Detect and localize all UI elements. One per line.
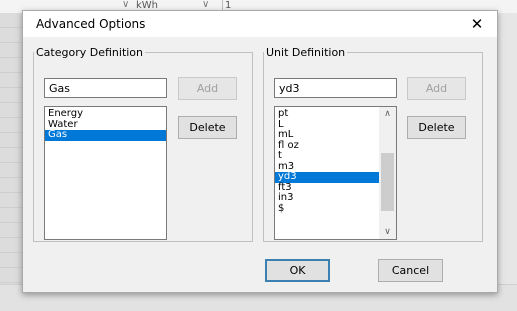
unit-listbox[interactable]: pt LmL fl oz t m3 yd3 ft3 in3 $ ∧ ∨	[274, 106, 397, 240]
unit-list-item[interactable]: fl oz	[275, 140, 379, 152]
unit-definition-group: Unit Definition Add ptLmLfl oztm3yd3ft3i…	[263, 46, 483, 242]
category-definition-group: Category Definition Add EnergyWaterGas D…	[33, 46, 253, 242]
unit-list-item[interactable]: mL	[275, 129, 379, 141]
unit-definition-legend: Unit Definition	[266, 46, 346, 59]
chevron-down-icon: ∨	[122, 0, 130, 10]
unit-list-item[interactable]: $	[275, 203, 379, 215]
dialog-titlebar: Advanced Options ✕	[23, 11, 497, 37]
unit-add-button[interactable]: Add	[407, 77, 466, 100]
scroll-up-icon[interactable]: ∧	[379, 107, 396, 121]
advanced-options-dialog: Advanced Options ✕ Category Definition A…	[22, 10, 498, 293]
unit-list-scrollbar[interactable]: ∧ ∨	[379, 107, 396, 239]
unit-list-items: pt LmL fl oz t m3 yd3 ft3 in3 $	[275, 107, 379, 214]
category-add-button[interactable]: Add	[178, 77, 237, 100]
background-grid-rows	[0, 13, 22, 310]
unit-delete-button[interactable]: Delete	[407, 116, 466, 139]
scrollbar-thumb[interactable]	[381, 153, 394, 211]
cancel-button[interactable]: Cancel	[378, 259, 443, 282]
ok-button[interactable]: OK	[265, 259, 330, 282]
unit-list-item[interactable]: pt	[275, 108, 379, 120]
close-icon[interactable]: ✕	[467, 14, 487, 34]
background-panel	[495, 13, 517, 310]
scroll-down-icon[interactable]: ∨	[379, 225, 396, 239]
category-list-item[interactable]: Gas	[45, 129, 166, 141]
category-delete-button[interactable]: Delete	[178, 116, 237, 139]
unit-list-item[interactable]: t	[275, 150, 379, 162]
unit-name-input[interactable]	[274, 78, 397, 98]
category-definition-legend: Category Definition	[36, 46, 144, 59]
unit-list-item[interactable]: in3	[275, 192, 379, 204]
category-listbox[interactable]: Energy Water Gas	[44, 106, 167, 240]
category-list-item[interactable]: Energy	[45, 108, 166, 120]
unit-list-item[interactable]: yd3	[275, 171, 379, 183]
category-name-input[interactable]	[44, 78, 167, 98]
chevron-down-icon: ∨	[202, 0, 210, 10]
category-list-items: Energy Water Gas	[45, 107, 166, 141]
dialog-title: Advanced Options	[36, 17, 146, 31]
